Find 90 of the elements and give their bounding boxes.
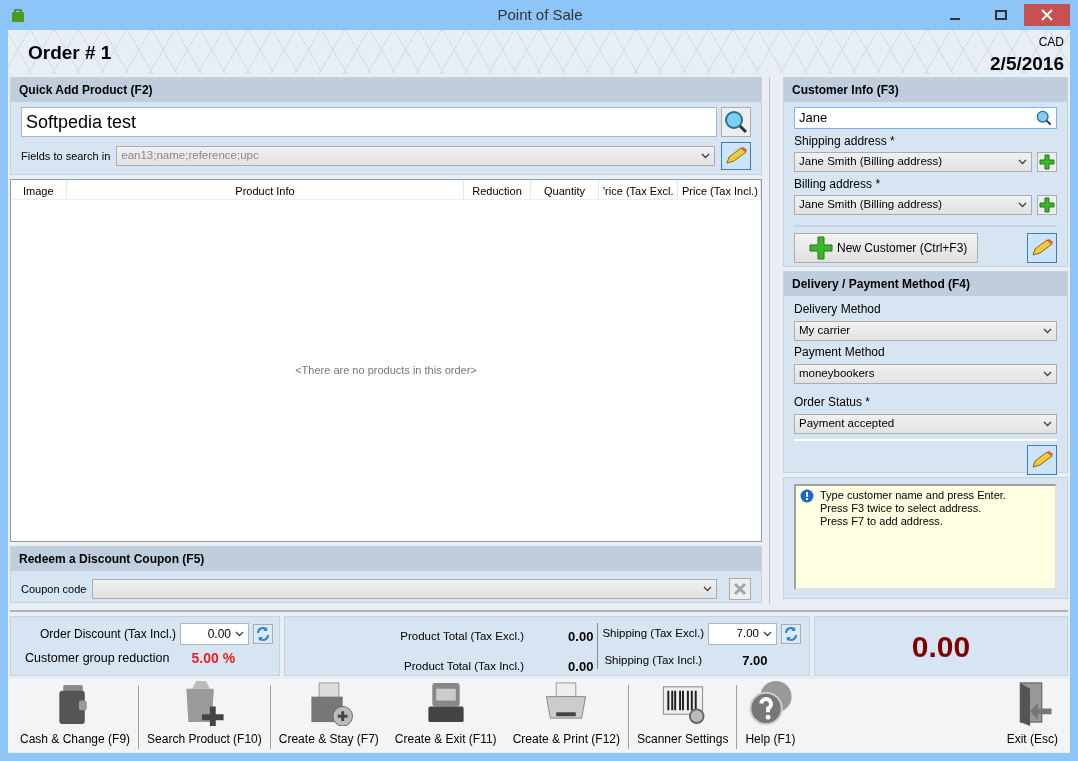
field-label: Product Total (Tax Excl.) [400,629,525,645]
field-label: Billing address * [794,176,882,193]
group-reduction-value: 5.00 % [191,649,236,668]
chevron-icon [1043,371,1052,377]
edit-button[interactable] [721,142,751,170]
plus-icon [1039,154,1055,170]
order-date: 2/5/2016 [990,54,1064,73]
chevron-icon [763,631,772,637]
app-icon [11,8,25,22]
dropdown[interactable]: My carrier [794,321,1057,341]
toolbar-button[interactable]: Exit (Esc) [998,679,1066,752]
coupon-dropdown[interactable] [92,579,717,599]
refresh-icon [255,626,271,642]
column-header[interactable]: Price (Tax Incl.) [678,180,761,199]
new-customer-button[interactable]: New Customer (Ctrl+F3) [794,233,979,263]
toolbar-button[interactable]: Help (F1) [737,679,804,752]
product-search-field[interactable]: Softpedia test [21,107,717,137]
chevron-icon [1043,421,1052,427]
column-header[interactable]: Reduction [464,180,531,199]
chevron-icon [703,586,712,592]
pencil-icon [1031,239,1053,257]
field-label: Shipping address * [794,133,896,150]
dropdown[interactable]: Payment accepted [794,414,1057,434]
search-button[interactable] [721,107,751,137]
toolbar-button[interactable]: Cash & Change (F9) [12,679,139,752]
search-icon [1036,110,1052,126]
refresh-button[interactable] [781,624,801,644]
close-icon [733,582,747,596]
add-address-button[interactable] [1037,195,1057,215]
hint-text: Press F7 to add address. [820,515,944,528]
field-label: Order Status * [794,394,872,411]
order-discount-field[interactable]: 0.00 [180,623,249,645]
chevron-icon [1018,202,1027,208]
add-address-button[interactable] [1037,152,1057,172]
chevron-icon [1043,328,1052,334]
shipping-address-dropdown[interactable]: Jane Smith (Billing address) [794,152,1032,172]
customer-search-field[interactable]: Jane [794,107,1057,129]
info-icon [800,489,814,503]
total-value: 0.00 [568,657,594,676]
billing-address-dropdown[interactable]: Jane Smith (Billing address) [794,195,1032,215]
field-label: Product Total (Tax Incl.) [404,658,525,674]
field-label: Fields to search in [21,148,111,164]
total-value: 7.00 [742,652,768,670]
search-icon [724,110,748,134]
column-header[interactable]: Quantity [531,180,599,199]
toolbar-button[interactable]: Create & Stay (F7) [270,679,387,752]
chevron-icon [701,153,710,159]
shipping-field[interactable]: 7.00 [708,623,777,645]
section-title: Delivery / Payment Method (F4) [784,272,1067,296]
field-label: Customer group reduction [25,650,170,668]
close-button[interactable] [1024,4,1070,26]
pencil-icon [725,147,747,165]
plus-icon [809,236,833,260]
maximize-icon [995,10,1007,20]
column-header[interactable]: Image [11,180,67,199]
field-label: Shipping (Tax Excl.) [602,626,704,642]
toolbar-button[interactable]: Scanner Settings [629,679,737,752]
chevron-icon [235,631,244,637]
section-title: Redeem a Discount Coupon (F5) [11,547,761,571]
chevron-icon [1018,159,1027,165]
column-header[interactable]: 'rice (Tax Excl. [599,180,678,199]
plus-icon [1039,197,1055,213]
toolbar-button[interactable]: Create & Exit (F11) [386,679,505,752]
hint-text: Type customer name and press Enter. [820,489,1006,502]
toolbar-button[interactable]: Search Product (F10) [139,679,270,752]
minimize-icon [950,18,960,20]
hint-text: Press F3 twice to select address. [820,502,983,515]
pencil-icon [1031,451,1053,469]
currency-label: CAD [1038,34,1064,51]
refresh-button[interactable] [253,624,273,644]
empty-message: <There are no products in this order> [295,363,477,379]
window-title: Point of Sale [496,4,584,25]
close-icon [1041,9,1053,21]
edit-button[interactable] [1027,233,1057,263]
dropdown[interactable]: moneybookers [794,364,1057,384]
refresh-icon [783,626,799,642]
clear-button[interactable] [729,578,751,600]
field-label: Coupon code [21,581,87,597]
field-label: Shipping (Tax Incl.) [604,653,703,669]
section-title: Quick Add Product (F2) [11,78,761,102]
total-value: 0.00 [568,628,594,646]
field-label: Payment Method [794,344,886,361]
edit-button[interactable] [1027,445,1057,475]
grand-total: 0.00 [911,628,971,665]
column-header[interactable]: Product Info [67,180,464,199]
field-label: Delivery Method [794,301,882,318]
section-title: Customer Info (F3) [784,78,1067,102]
order-title: Order # 1 [28,43,112,62]
field-label: Order Discount (Tax Incl.) [39,626,176,643]
toolbar-button[interactable]: Create & Print (F12) [504,679,628,752]
